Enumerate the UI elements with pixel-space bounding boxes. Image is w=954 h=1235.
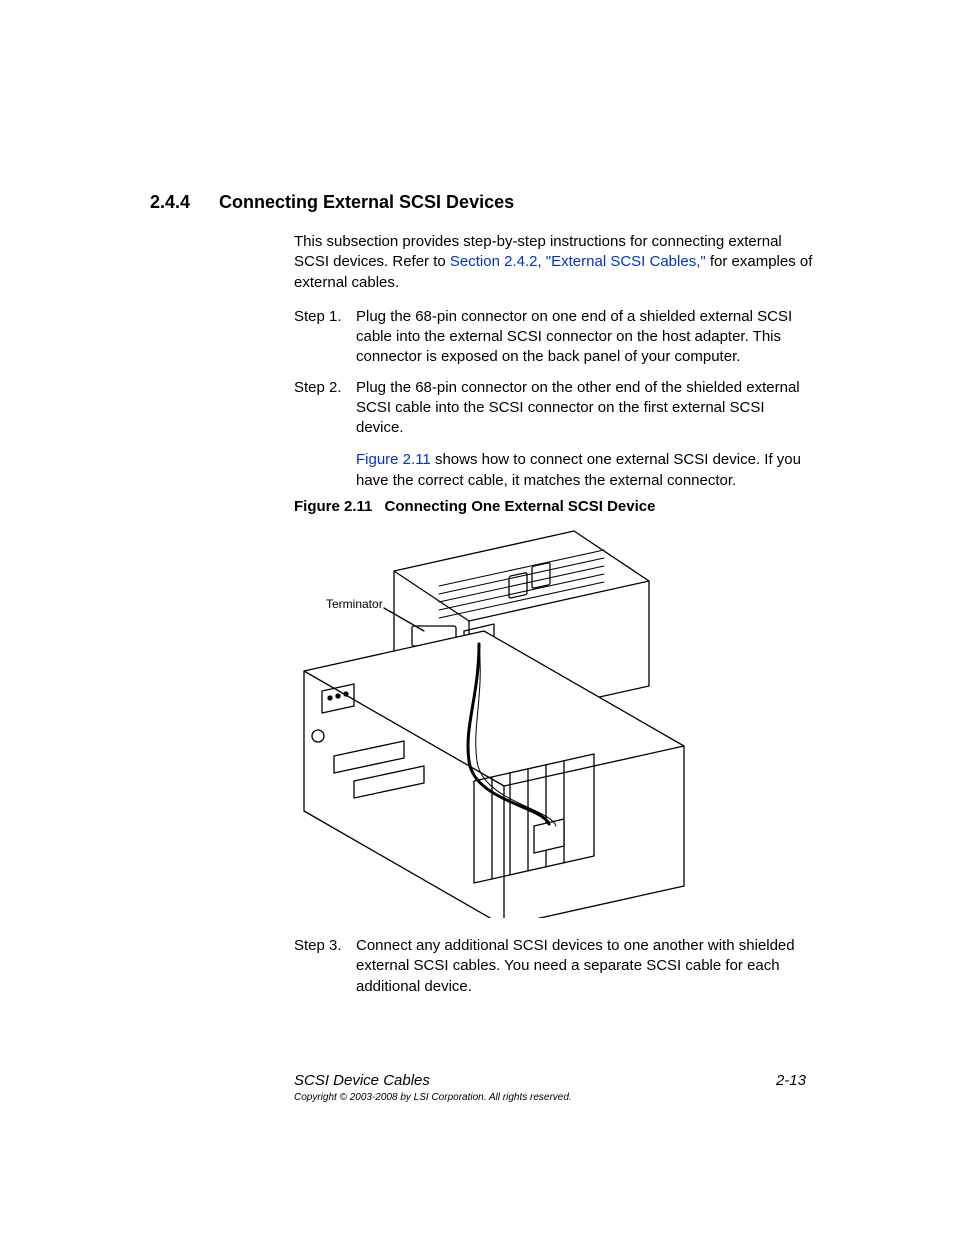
step-3: Step 3. Connect any additional SCSI devi… bbox=[294, 936, 814, 1007]
footer-copyright: Copyright © 2003-2008 by LSI Corporation… bbox=[294, 1092, 814, 1103]
section-heading: 2.4.4 Connecting External SCSI Devices bbox=[150, 192, 514, 213]
figure-title: Connecting One External SCSI Device bbox=[385, 498, 656, 515]
page: 2.4.4 Connecting External SCSI Devices T… bbox=[0, 0, 954, 1235]
page-footer: SCSI Device Cables 2-13 Copyright © 2003… bbox=[294, 1072, 814, 1103]
figure-label: Figure 2.11 bbox=[294, 498, 372, 515]
step-2-text: Plug the 68-pin connector on the other e… bbox=[356, 379, 800, 437]
intro-paragraph: This subsection provides step-by-step in… bbox=[294, 232, 814, 293]
step-3-body: Connect any additional SCSI devices to o… bbox=[356, 936, 814, 997]
step-3-label: Step 3. bbox=[294, 936, 356, 997]
step-2-label: Step 2. bbox=[294, 378, 356, 491]
step-2: Step 2. Plug the 68-pin connector on the… bbox=[294, 378, 814, 491]
section-number: 2.4.4 bbox=[150, 192, 214, 213]
footer-page-number: 2-13 bbox=[776, 1072, 806, 1089]
intro-crossref-link[interactable]: Section 2.4.2, "External SCSI Cables," bbox=[450, 253, 706, 270]
figure-crossref-link[interactable]: Figure 2.11 bbox=[356, 451, 431, 468]
body-column: This subsection provides step-by-step in… bbox=[294, 232, 814, 501]
figure-caption: Figure 2.11 Connecting One External SCSI… bbox=[294, 498, 655, 515]
scsi-device-diagram-icon bbox=[294, 526, 694, 918]
step-1-label: Step 1. bbox=[294, 307, 356, 368]
step-2-subpara: Figure 2.11 shows how to connect one ext… bbox=[356, 450, 814, 491]
figure-illustration bbox=[294, 526, 694, 918]
footer-doc-title: SCSI Device Cables bbox=[294, 1072, 430, 1089]
section-title: Connecting External SCSI Devices bbox=[219, 192, 514, 212]
step-2-body: Plug the 68-pin connector on the other e… bbox=[356, 378, 814, 491]
step-1: Step 1. Plug the 68-pin connector on one… bbox=[294, 307, 814, 368]
figure-annotation-terminator: Terminator bbox=[326, 597, 383, 611]
step-1-body: Plug the 68-pin connector on one end of … bbox=[356, 307, 814, 368]
